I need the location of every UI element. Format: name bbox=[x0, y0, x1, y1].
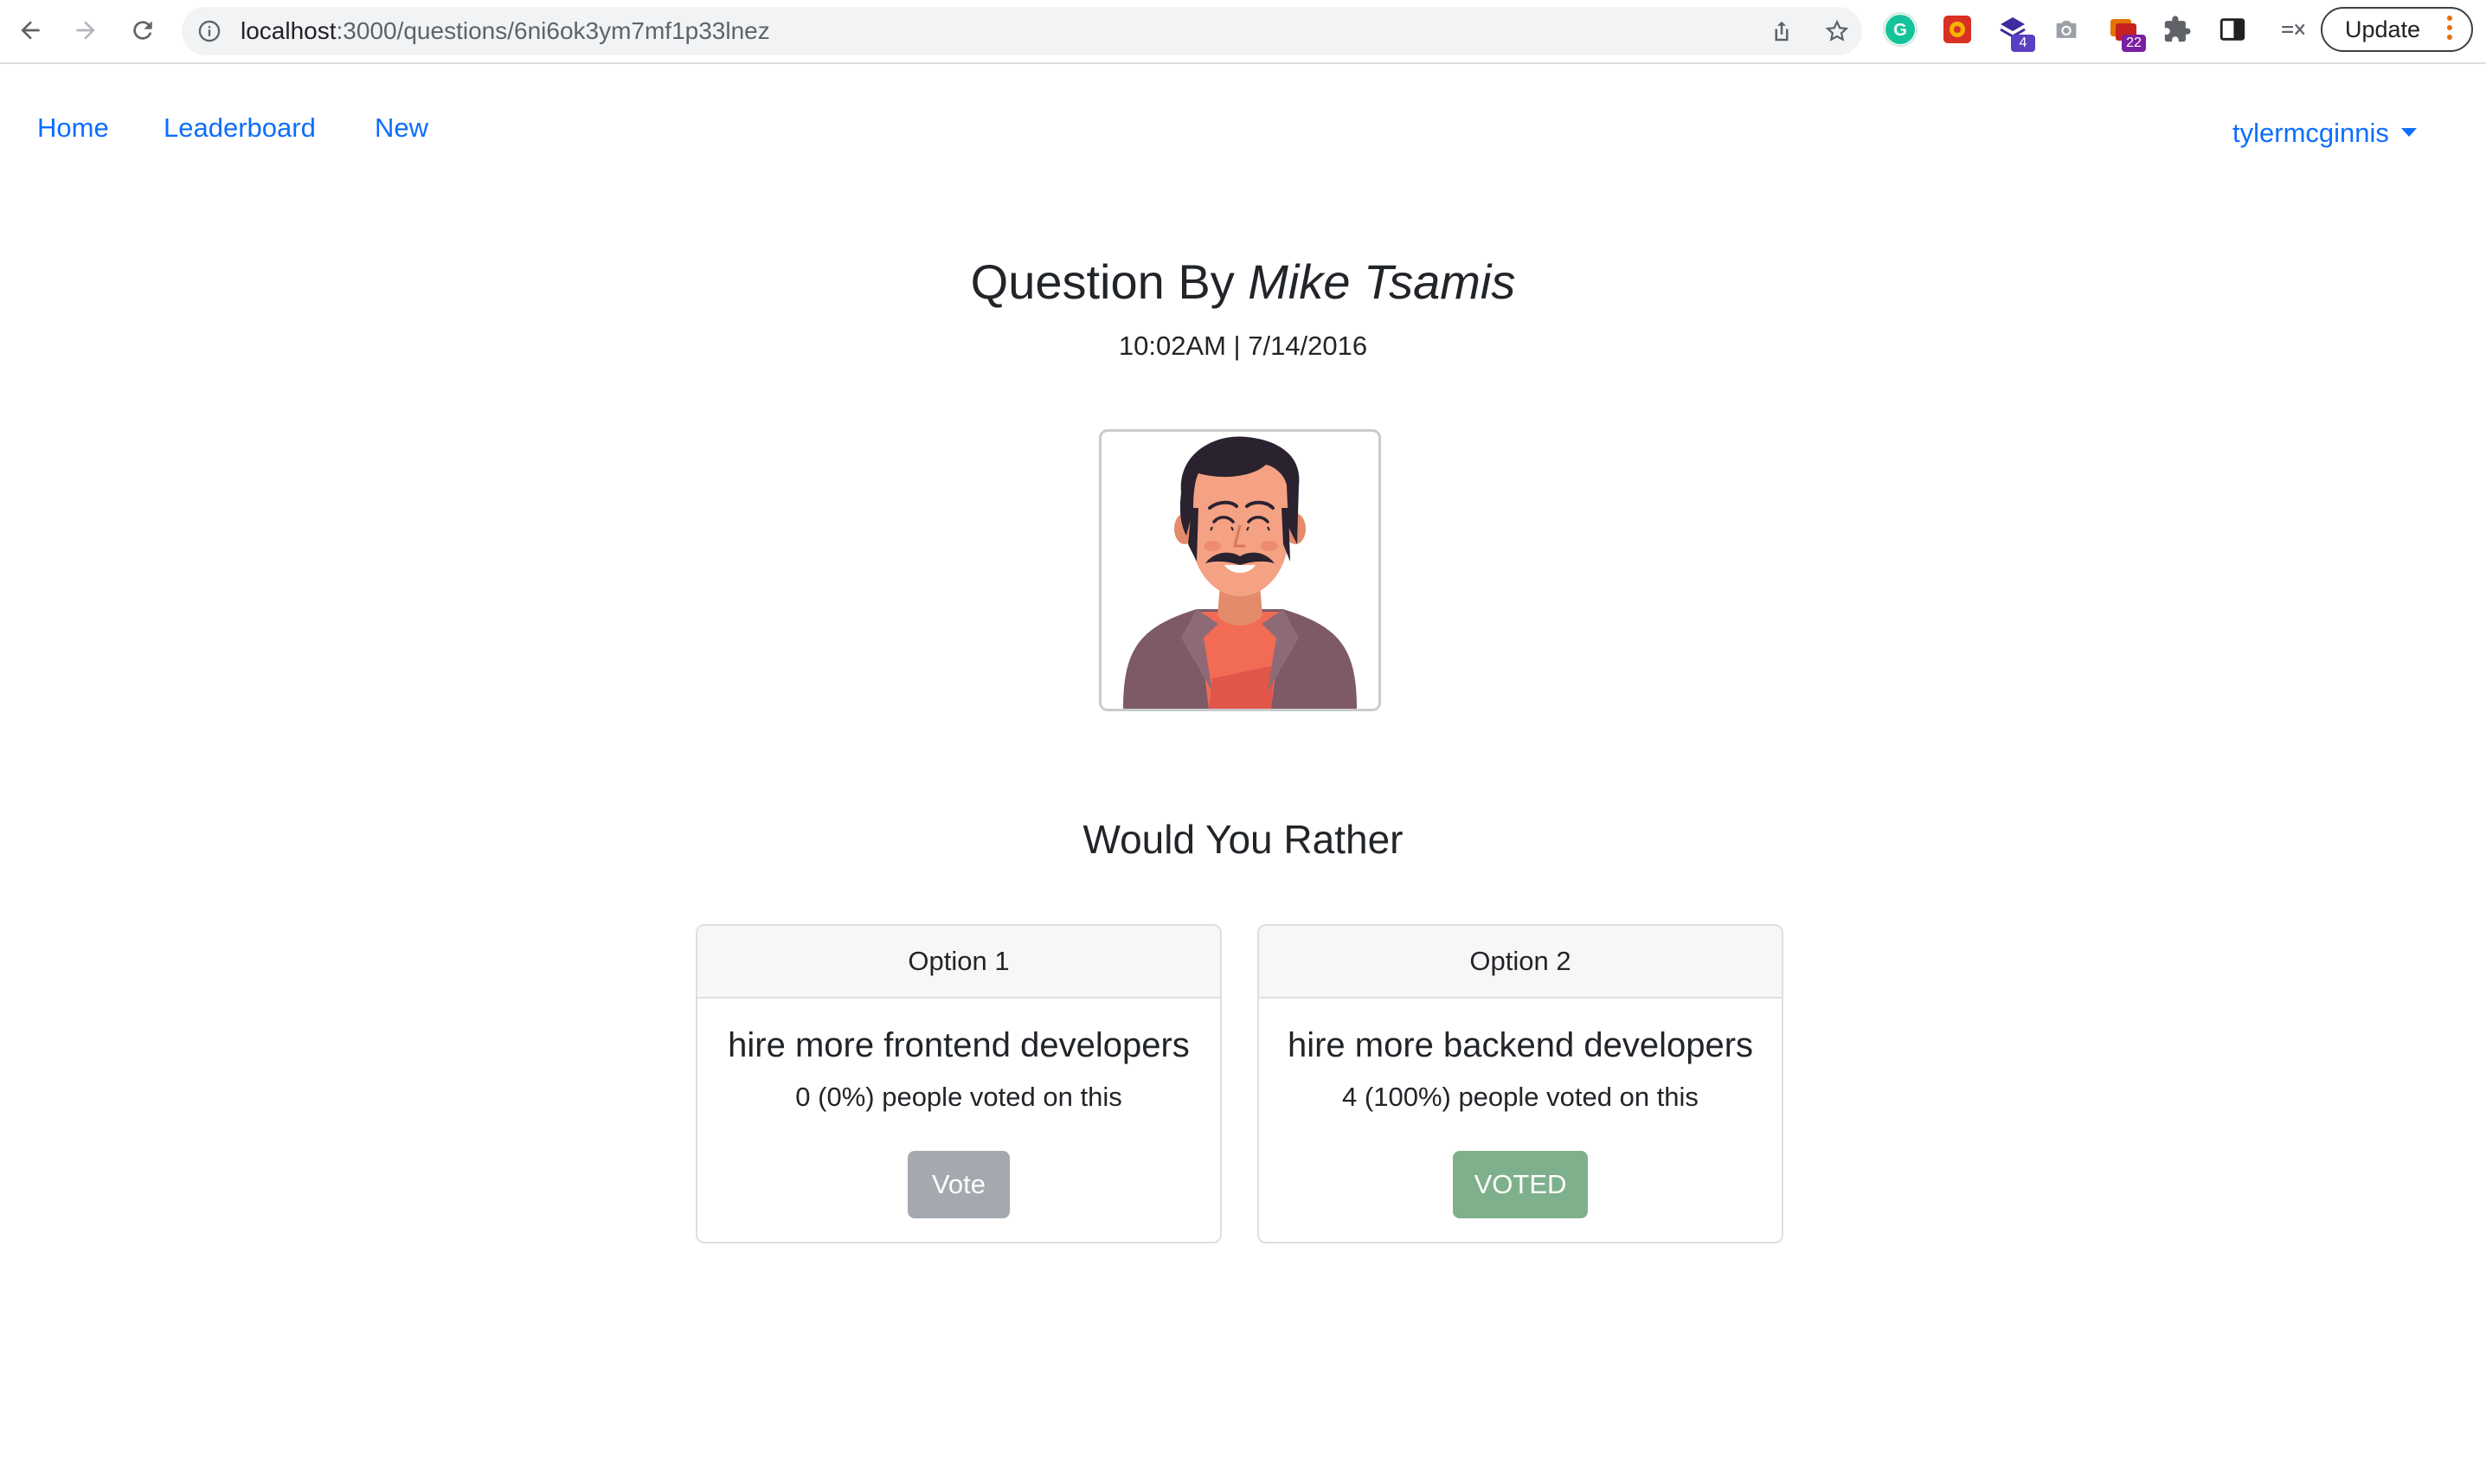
media-controls-icon[interactable] bbox=[2276, 12, 2310, 47]
vote-count: 0 (0%) people voted on this bbox=[795, 1082, 1122, 1112]
username: tylermcginnis bbox=[2232, 118, 2389, 148]
extension-red-icon[interactable] bbox=[1940, 12, 1975, 47]
grammarly-extension-icon[interactable]: G bbox=[1883, 12, 1917, 47]
vote-button[interactable]: Vote bbox=[908, 1151, 1010, 1218]
url-host: localhost bbox=[241, 17, 337, 44]
kebab-menu-icon[interactable] bbox=[2447, 16, 2454, 44]
bookmark-star-icon[interactable] bbox=[1824, 18, 1850, 44]
question-timestamp: 10:02AM | 7/14/2016 bbox=[1118, 331, 1368, 361]
extension-badge: 4 bbox=[2011, 35, 2035, 52]
share-icon[interactable] bbox=[1769, 18, 1795, 44]
vote-count: 4 (100%) people voted on this bbox=[1342, 1082, 1699, 1112]
option-text: hire more frontend developers bbox=[728, 1026, 1190, 1064]
author-avatar bbox=[1099, 429, 1381, 711]
caret-down-icon bbox=[2400, 127, 2417, 137]
extension-badge: 22 bbox=[2122, 35, 2146, 52]
option-header: Option 2 bbox=[1259, 926, 1782, 999]
url-path: :3000/questions/6ni6ok3ym7mf1p33lnez bbox=[336, 17, 770, 44]
extension-stack-icon[interactable]: 4 bbox=[1995, 12, 2035, 52]
would-you-rather-heading: Would You Rather bbox=[1082, 817, 1404, 862]
update-label: Update bbox=[2345, 16, 2421, 42]
user-dropdown-toggle[interactable]: tylermcginnis bbox=[2232, 116, 2417, 151]
title-prefix: Question By bbox=[970, 254, 1249, 309]
question-title: Question By Mike Tsamis bbox=[0, 251, 2486, 313]
forward-icon[interactable] bbox=[67, 12, 104, 48]
update-button[interactable]: Update bbox=[2321, 7, 2473, 52]
option-header: Option 1 bbox=[697, 926, 1220, 999]
option-card-2: Option 2 hire more backend developers 4 … bbox=[1257, 924, 1783, 1243]
nav-home-link[interactable]: Home bbox=[37, 111, 109, 145]
reload-icon[interactable] bbox=[125, 12, 161, 48]
svg-text:G: G bbox=[1893, 21, 1907, 40]
option-text: hire more backend developers bbox=[1287, 1026, 1754, 1064]
side-panel-icon[interactable] bbox=[2215, 12, 2250, 47]
extension-folder-icon[interactable]: 22 bbox=[2106, 12, 2146, 52]
nav-new-link[interactable]: New bbox=[375, 111, 428, 145]
back-icon[interactable] bbox=[12, 12, 48, 48]
voted-button[interactable]: VOTED bbox=[1453, 1151, 1588, 1218]
nav-leaderboard-link[interactable]: Leaderboard bbox=[164, 111, 316, 145]
camera-extension-icon[interactable] bbox=[2049, 12, 2084, 47]
url-text[interactable]: localhost:3000/questions/6ni6ok3ym7mf1p3… bbox=[241, 17, 770, 45]
extensions-puzzle-icon[interactable] bbox=[2160, 12, 2194, 47]
site-info-icon[interactable] bbox=[197, 19, 222, 43]
option-card-1: Option 1 hire more frontend developers 0… bbox=[696, 924, 1222, 1243]
question-author: Mike Tsamis bbox=[1248, 254, 1516, 309]
browser-toolbar: localhost:3000/questions/6ni6ok3ym7mf1p3… bbox=[0, 0, 2486, 64]
address-bar[interactable]: localhost:3000/questions/6ni6ok3ym7mf1p3… bbox=[182, 7, 1862, 55]
